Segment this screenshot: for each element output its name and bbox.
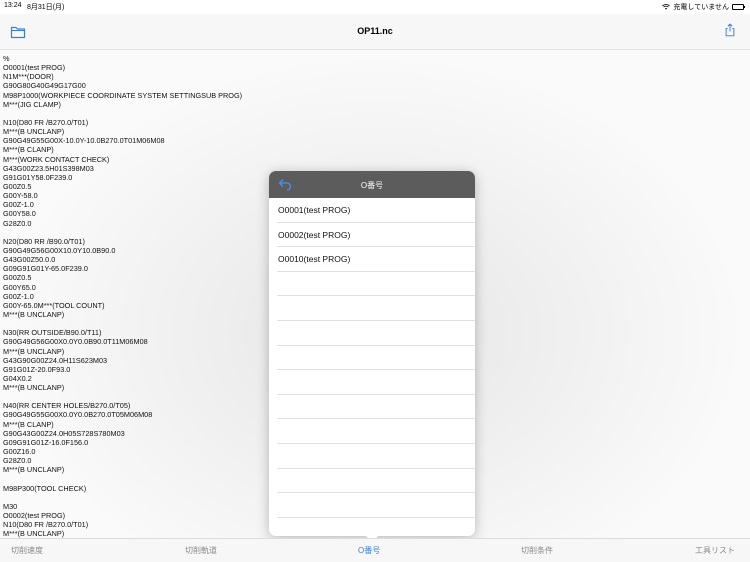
code-line: G90G49G56G00X0.0Y0.0B90.0T11M06M08 [3,337,148,347]
code-line: M98P1000(WORKPIECE COORDINATE SYSTEM SET… [3,90,243,100]
code-line: M***(B CLANP) [3,145,54,155]
code-line: N40(RR CENTER HOLES/B270.0/T05) [3,401,131,411]
o-number-list: O0001(test PROG) O0002(test PROG) O0010(te… [269,198,475,536]
code-line: G90G49G55G00X-10.0Y-10.0B270.0T01M06M08 [3,136,165,146]
code-line: G04X0.2 [3,373,32,383]
wifi-icon [662,4,671,10]
code-line: G91G01Y58.0F239.0 [3,172,73,182]
code-line: N1M***(DOOR) [3,72,54,82]
code-line: M30 [3,501,18,511]
code-line: G09G91G01Z-16.0F156.0 [3,437,89,447]
code-line: N30(RR OUTSIDE/B90.0/T11) [3,328,102,338]
tab-o-number[interactable]: O番号 [358,545,380,556]
empty-list-row [277,518,475,536]
code-line: G90G49G56G00X10.0Y10.0B90.0 [3,245,116,255]
code-line: M***(B UNCLANP) [3,127,65,137]
code-line: G00Y-58.0 [3,191,38,201]
tab-tool-list[interactable]: 工具リスト [695,545,735,556]
popover-title: O番号 [360,181,384,190]
code-line: G00Y-65.0M***(TOOL COUNT) [3,300,105,310]
code-line: G90G49G55G00X0.0Y0.0B270.0T05M06M08 [3,410,153,420]
code-line: O0001(test PROG) [3,63,66,73]
tab-bar: 切削速度 切削軌道 O番号 切削条件 工具リスト [0,538,750,562]
tab-cutting-speed[interactable]: 切削速度 [11,545,43,556]
o-number-item[interactable]: O0002(test PROG) [277,223,475,248]
o-number-popover: O番号 O0001(test PROG) O0002(test PROG) O001… [269,171,475,536]
code-line: N10(D80 FR /B270.0/T01) [3,520,89,530]
nc-code-text: % O0001(test PROG) N1M***(DOOR) G90G80G40G4… [3,54,242,538]
status-date: 8月31日(月) [27,4,65,11]
empty-list-row [277,395,475,420]
empty-list-row [277,346,475,371]
code-line: G28Z0.0 [3,218,32,228]
o-number-item[interactable]: O0001(test PROG) [277,198,475,223]
empty-list-row [277,272,475,297]
code-line: M***(B UNCLANP) [3,346,65,356]
code-line: M***(B CLANP) [3,419,54,429]
code-line: G00Y65.0 [3,282,36,292]
code-line: M***(B UNCLANP) [3,465,65,475]
code-line: G00Z-1.0 [3,200,34,210]
share-icon[interactable] [722,23,738,37]
popover-header: O番号 [269,171,475,198]
code-line: N20(D80 RR /B90.0/T01) [3,236,85,246]
code-line: G28Z0.0 [3,456,32,466]
code-line: G00Z16.0 [3,447,36,457]
empty-list-row [277,419,475,444]
tab-cutting-path[interactable]: 切削軌道 [185,545,217,556]
nav-bar: OP11.nc [0,14,750,50]
status-time: 13:24 [4,2,22,9]
empty-list-row [277,370,475,395]
code-line: G90G80G40G49G17G00 [3,81,86,91]
charging-status: 充電していません [673,4,729,11]
code-line: G43G00Z23.5H01S398M03 [3,163,94,173]
code-line: M***(JIG CLAMP) [3,99,61,109]
empty-list-row [277,493,475,518]
code-line: G00Y58.0 [3,209,36,219]
status-indicators: 充電していません [662,2,745,12]
code-line: G09G91G01Y-65.0F239.0 [3,264,88,274]
code-line: N10(D80 FR /B270.0/T01) [3,117,89,127]
battery-icon [732,4,745,10]
code-line: M***(B UNCLANP) [3,309,65,319]
tab-cutting-conditions[interactable]: 切削条件 [521,545,553,556]
code-line: O0002(test PROG) [3,511,66,521]
code-line: G43G90G00Z24.0H11S623M03 [3,355,108,365]
code-line: G91G01Z-20.0F93.0 [3,364,71,374]
code-line: M***(B UNCLANP) [3,529,65,538]
empty-list-row [277,469,475,494]
o-number-item[interactable]: O0010(test PROG) [277,247,475,272]
empty-list-row [277,321,475,346]
code-line: M98P300(TOOL CHECK) [3,483,87,493]
empty-list-row [277,296,475,321]
code-line: M***(B UNCLANP) [3,383,65,393]
code-line: G00Z0.5 [3,181,32,191]
code-line: G00Z0.5 [3,273,32,283]
code-line: G90G43G00Z24.0H05S728S780M03 [3,428,125,438]
code-line: % [3,54,10,63]
page-title: OP11.nc [357,26,393,36]
code-line: G43G00Z50.0.0 [3,255,56,265]
code-line: G00Z-1.0 [3,291,34,301]
empty-list-row [277,444,475,469]
code-line: M***(WORK CONTACT CHECK) [3,154,110,164]
status-bar: 13:24 8月31日(月) 充電していません [0,0,750,14]
